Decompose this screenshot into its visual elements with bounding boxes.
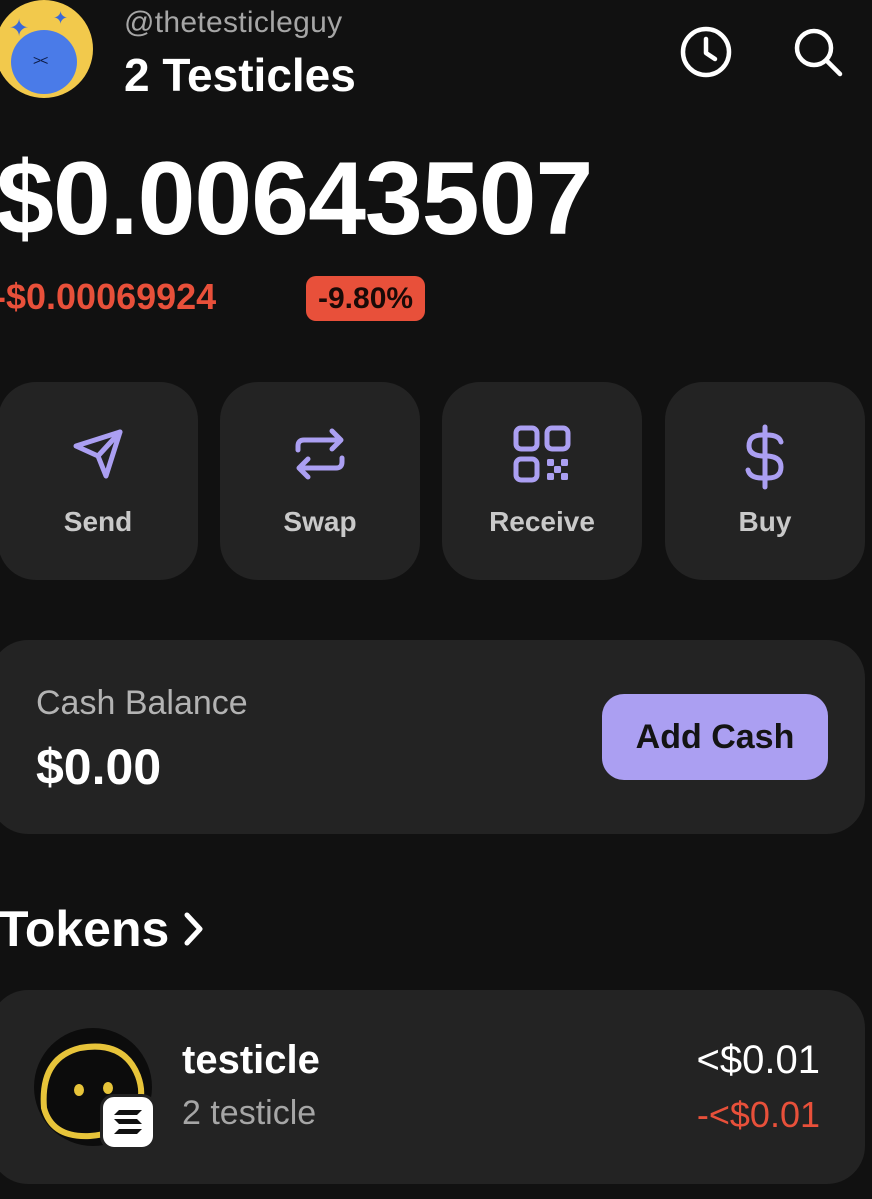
receive-button[interactable]: Receive [442,382,642,580]
send-icon [73,429,123,479]
swap-label: Swap [283,506,357,537]
account-handle[interactable]: @thetesticleguy [124,6,342,40]
cash-balance-card: Cash Balance $0.00 Add Cash [0,640,865,834]
balance-change-amount: -$0.00069924 [0,276,217,317]
dollar-icon [745,424,784,490]
token-quantity: 2 testicle [182,1094,317,1132]
send-label: Send [63,506,133,537]
balance-change-percent-badge: -9.80% [306,276,426,321]
total-balance: $0.00643507 [0,141,593,257]
add-cash-button[interactable]: Add Cash [602,694,828,780]
account-avatar[interactable]: ✦ ✦ >< [0,0,93,98]
account-name[interactable]: 2 Testicles [124,48,356,102]
swap-button[interactable]: Swap [220,382,420,580]
avatar-eyes: >< [33,52,48,68]
sparkle-icon: ✦ [53,8,69,28]
chevron-right-icon [184,912,203,946]
token-change: -<$0.01 [696,1094,820,1135]
receive-label: Receive [489,506,595,537]
buy-label: Buy [738,506,792,537]
qr-code-icon [513,425,571,483]
token-name: testicle [182,1038,320,1082]
tokens-header[interactable]: Tokens [0,898,205,960]
cash-balance-value: $0.00 [36,739,162,795]
send-button[interactable]: Send [0,382,198,580]
tokens-title: Tokens [0,901,170,957]
solana-chain-icon [100,1094,156,1150]
cash-balance-label: Cash Balance [36,684,248,722]
search-icon [794,28,843,77]
token-value: <$0.01 [696,1038,820,1082]
history-button[interactable] [678,24,734,80]
wallet-home-screen: ✦ ✦ >< @thetesticleguy 2 Testicles $0.00… [0,0,872,1199]
buy-button[interactable]: Buy [665,382,865,580]
swap-icon [295,428,345,480]
clock-icon [680,26,732,78]
search-button[interactable] [790,24,846,80]
token-row-testicle[interactable]: testicle 2 testicle <$0.01 -<$0.01 [0,990,865,1184]
